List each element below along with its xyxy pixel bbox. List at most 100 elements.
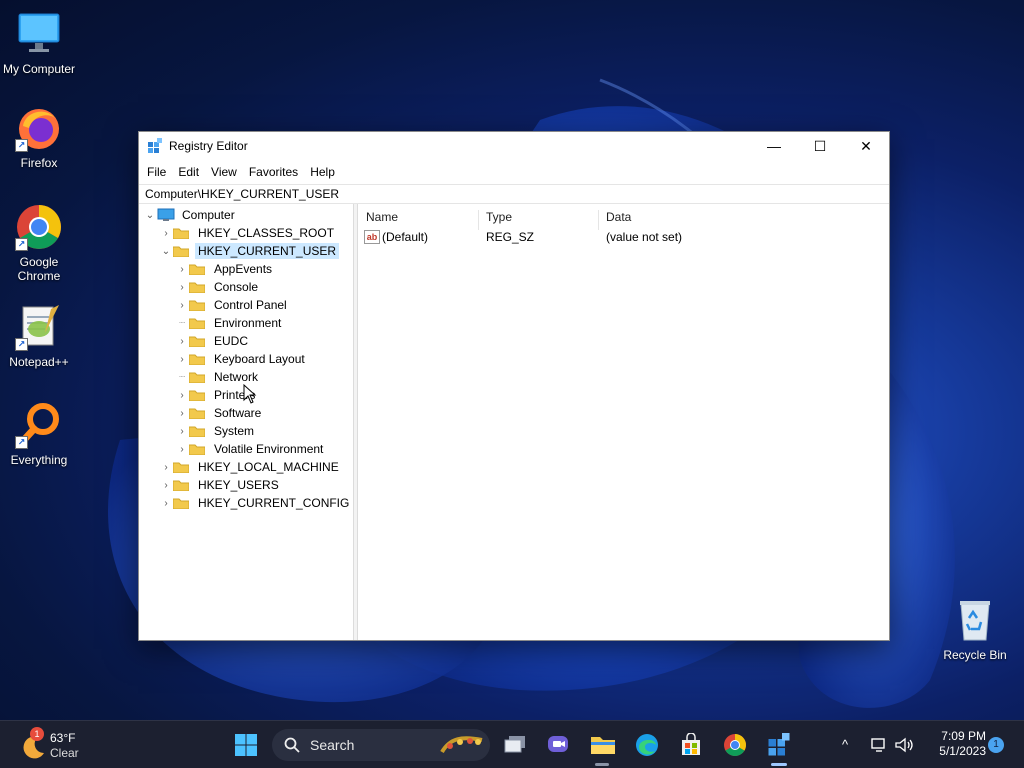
tree-node-system[interactable]: › System (175, 422, 257, 440)
network-icon[interactable] (870, 737, 888, 753)
start-button[interactable] (230, 729, 262, 761)
menu-view[interactable]: View (205, 160, 243, 184)
tree-node-console[interactable]: › Console (175, 278, 261, 296)
title-bar[interactable]: Registry Editor — ☐ ✕ (139, 132, 889, 160)
desktop-icon-notepadpp[interactable]: ↗ Notepad++ (0, 303, 78, 369)
desktop-icon-firefox[interactable]: ↗ Firefox (0, 104, 78, 170)
folder-icon (173, 228, 189, 239)
registry-editor-window[interactable]: Registry Editor — ☐ ✕ File Edit View Fav… (138, 131, 890, 641)
computer-icon (157, 208, 175, 221)
menu-bar: File Edit View Favorites Help (139, 160, 889, 184)
menu-help[interactable]: Help (304, 160, 341, 184)
weather-widget[interactable]: 1 63°F Clear (18, 727, 98, 761)
tree-node-hkey-local-machine[interactable]: › HKEY_LOCAL_MACHINE (159, 458, 342, 476)
chevron-right-icon[interactable]: › (159, 476, 173, 494)
list-header: Name Type Data (358, 210, 889, 230)
system-clock[interactable]: 7:09 PM 5/1/2023 (922, 729, 986, 759)
shortcut-arrow-icon: ↗ (15, 139, 28, 152)
tree-node-hkey-current-config[interactable]: › HKEY_CURRENT_CONFIG (159, 494, 352, 512)
tree-node-volatile-environment[interactable]: › Volatile Environment (175, 440, 326, 458)
folder-icon (189, 282, 205, 293)
desktop-icon-label: Recycle Bin (943, 648, 1007, 662)
folder-icon (591, 737, 615, 754)
registry-tree[interactable]: ⌄ Computer › HKEY_CLASSES_ROOT ⌄ HKEY_CU… (139, 204, 354, 640)
folder-icon (173, 480, 189, 491)
volume-icon[interactable] (894, 737, 914, 753)
desktop-icon-recycle-bin[interactable]: Recycle Bin (936, 596, 1014, 662)
tree-label: System (214, 424, 255, 438)
chevron-right-icon[interactable]: › (175, 332, 189, 350)
column-header-type[interactable]: Type (486, 210, 512, 224)
tree-label: Environment (214, 316, 282, 330)
running-indicator (595, 763, 609, 766)
chevron-down-icon[interactable]: ⌄ (143, 206, 157, 224)
tree-label: HKEY_CLASSES_ROOT (198, 226, 335, 240)
folder-icon (189, 444, 205, 455)
column-separator[interactable] (478, 210, 479, 230)
desktop-icon-chrome[interactable]: ↗ Google Chrome (0, 203, 78, 283)
desktop-icon-everything[interactable]: ↗ Everything (0, 401, 78, 467)
registry-editor-icon (768, 733, 790, 756)
chevron-right-icon[interactable]: › (175, 296, 189, 314)
shortcut-arrow-icon: ↗ (15, 238, 28, 251)
window-title: Registry Editor (169, 139, 248, 153)
chevron-right-icon[interactable]: › (175, 278, 189, 296)
panes: ⌄ Computer › HKEY_CLASSES_ROOT ⌄ HKEY_CU… (139, 204, 889, 640)
minimize-button[interactable]: — (751, 132, 797, 160)
chevron-right-icon[interactable]: › (159, 458, 173, 476)
maximize-button[interactable]: ☐ (797, 132, 843, 160)
list-item[interactable]: ab (Default) REG_SZ (value not set) (358, 230, 889, 248)
tree-node-appevents[interactable]: › AppEvents (175, 260, 275, 278)
chevron-right-icon[interactable]: › (175, 386, 189, 404)
chevron-right-icon[interactable]: › (175, 422, 189, 440)
chevron-right-icon[interactable]: › (175, 404, 189, 422)
tree-label: Computer (182, 208, 235, 222)
tree-label: Console (214, 280, 259, 294)
tree-node-eudc[interactable]: › EUDC (175, 332, 251, 350)
tree-node-hkey-current-user[interactable]: ⌄ HKEY_CURRENT_USER (159, 242, 340, 260)
microsoft-store-button[interactable] (675, 729, 707, 761)
tree-node-computer[interactable]: ⌄ Computer (143, 206, 238, 224)
value-data: (value not set) (606, 230, 683, 244)
tree-node-environment[interactable]: ┈ Environment (175, 314, 284, 332)
chevron-down-icon[interactable]: ⌄ (159, 242, 173, 260)
folder-icon (189, 372, 205, 383)
desktop-icon-my-computer[interactable]: My Computer (0, 10, 78, 76)
tree-label: HKEY_LOCAL_MACHINE (198, 460, 339, 474)
address-bar[interactable]: Computer\HKEY_CURRENT_USER (139, 184, 889, 204)
menu-file[interactable]: File (141, 160, 172, 184)
tree-node-software[interactable]: › Software (175, 404, 264, 422)
menu-edit[interactable]: Edit (172, 160, 205, 184)
tree-label: AppEvents (214, 262, 273, 276)
folder-open-icon (173, 246, 189, 257)
value-type: REG_SZ (486, 230, 535, 244)
tree-label: Network (214, 370, 259, 384)
close-button[interactable]: ✕ (843, 132, 889, 160)
chevron-right-icon[interactable]: › (159, 224, 173, 242)
values-list[interactable]: Name Type Data ab (Default) REG_SZ (valu… (358, 204, 889, 640)
tree-node-control-panel[interactable]: › Control Panel (175, 296, 290, 314)
tree-node-hkey-classes-root[interactable]: › HKEY_CLASSES_ROOT (159, 224, 337, 242)
chevron-right-icon[interactable]: › (175, 350, 189, 368)
registry-editor-taskbar-button[interactable] (763, 729, 795, 761)
column-header-name[interactable]: Name (366, 210, 398, 224)
column-separator[interactable] (598, 210, 599, 230)
tray-overflow-chevron[interactable]: ^ (842, 737, 848, 752)
column-header-data[interactable]: Data (606, 210, 631, 224)
address-path[interactable]: Computer\HKEY_CURRENT_USER (145, 187, 339, 201)
file-explorer-button[interactable] (587, 729, 619, 761)
tree-node-keyboard-layout[interactable]: › Keyboard Layout (175, 350, 308, 368)
tree-node-hkey-users[interactable]: › HKEY_USERS (159, 476, 282, 494)
edge-button[interactable] (631, 729, 663, 761)
chrome-taskbar-button[interactable] (719, 729, 751, 761)
menu-favorites[interactable]: Favorites (243, 160, 304, 184)
chevron-right-icon[interactable]: › (175, 440, 189, 458)
taskbar-search[interactable]: Search (272, 729, 490, 761)
chevron-right-icon[interactable]: › (159, 494, 173, 512)
teams-chat-button[interactable] (542, 729, 574, 761)
task-view-button[interactable] (499, 729, 531, 761)
notification-badge[interactable]: 1 (988, 737, 1004, 753)
weather-temp: 63°F (50, 731, 76, 745)
chevron-right-icon[interactable]: › (175, 260, 189, 278)
value-name: (Default) (382, 230, 429, 244)
